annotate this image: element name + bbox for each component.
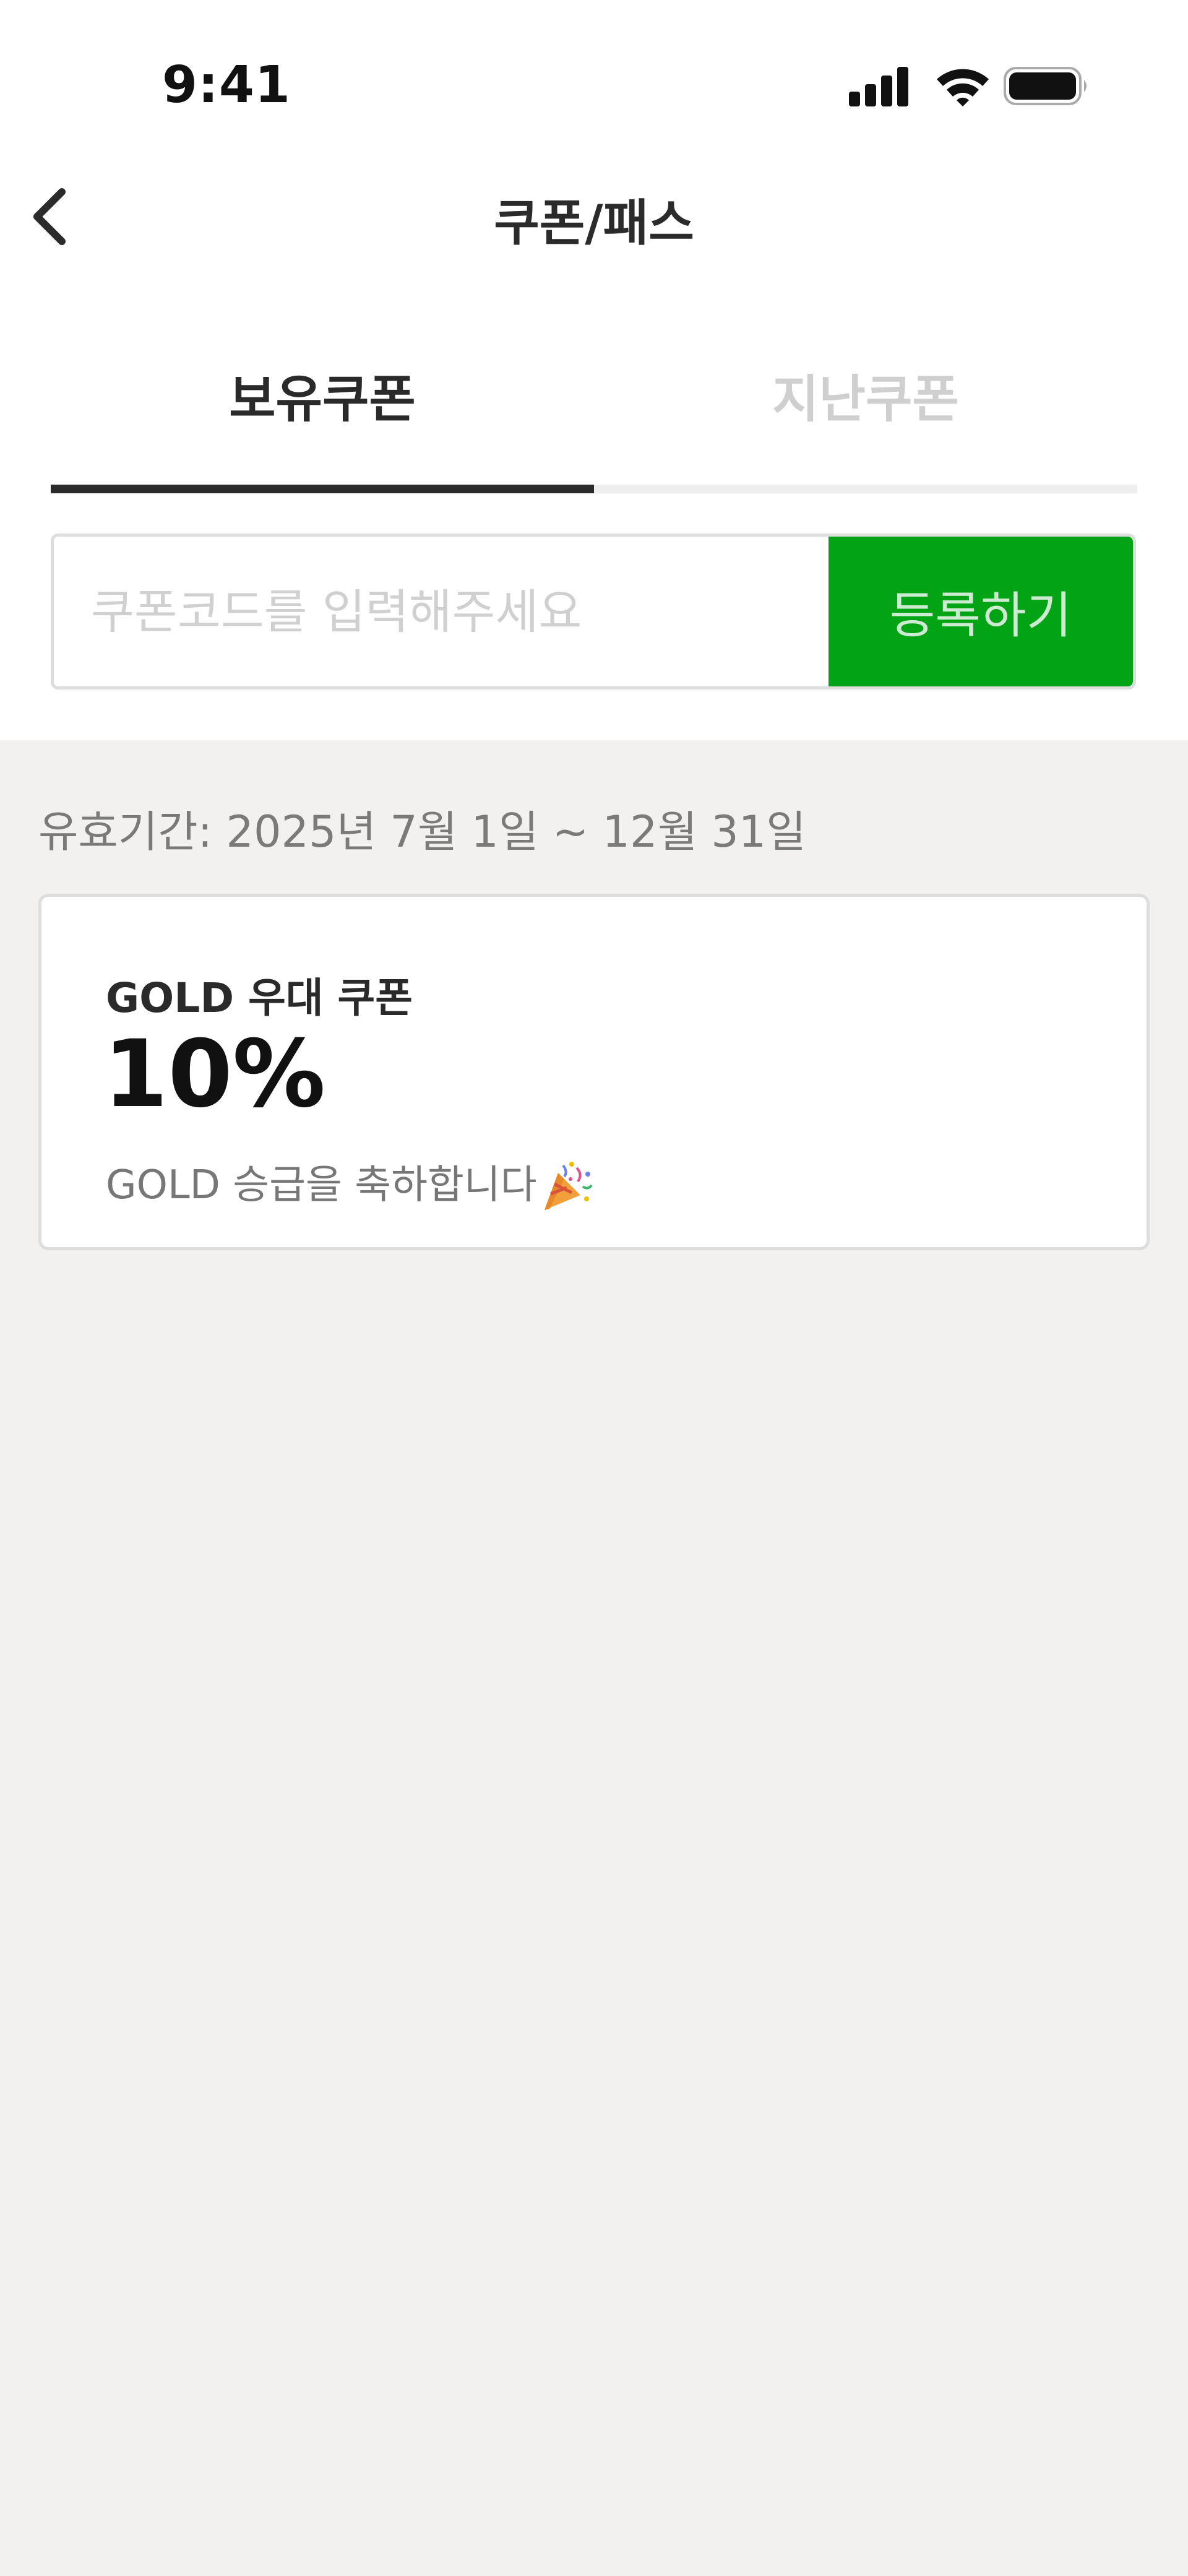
coupon-name: GOLD 우대 쿠폰 <box>106 974 413 1022</box>
coupon-code-input[interactable] <box>54 537 833 686</box>
status-icons <box>849 64 1090 108</box>
coupon-pass-screen: 9:41 쿠폰/패스 보유쿠폰 지난쿠폰 쿠폰코드를 입력해주세요 등록하기 유… <box>0 0 1188 2576</box>
coupon-discount: 10% <box>103 1021 326 1128</box>
validity-period: 유효기간: 2025년 7월 1일 ~ 12월 31일 <box>38 806 806 857</box>
party-popper-icon <box>544 1162 593 1211</box>
coupon-description-text: GOLD 승급을 축하합니다 <box>106 1162 537 1208</box>
battery-icon <box>1004 67 1087 105</box>
coupon-card[interactable]: GOLD 우대 쿠폰 10% GOLD 승급을 축하합니다 <box>38 894 1150 1250</box>
tab-active-indicator <box>51 485 594 493</box>
top-area: 9:41 쿠폰/패스 보유쿠폰 지난쿠폰 쿠폰코드를 입력해주세요 등록하기 <box>0 0 1188 740</box>
status-time: 9:41 <box>162 56 291 115</box>
cellular-signal-icon <box>849 67 908 106</box>
page-title: 쿠폰/패스 <box>494 194 694 252</box>
wifi-icon <box>937 69 989 106</box>
tab-owned-coupons[interactable]: 보유쿠폰 <box>51 358 594 429</box>
register-button[interactable]: 등록하기 <box>829 537 1133 686</box>
coupon-code-form: 등록하기 <box>51 534 1136 689</box>
coupon-description: GOLD 승급을 축하합니다 <box>106 1153 593 1214</box>
tab-past-coupons[interactable]: 지난쿠폰 <box>594 358 1137 429</box>
